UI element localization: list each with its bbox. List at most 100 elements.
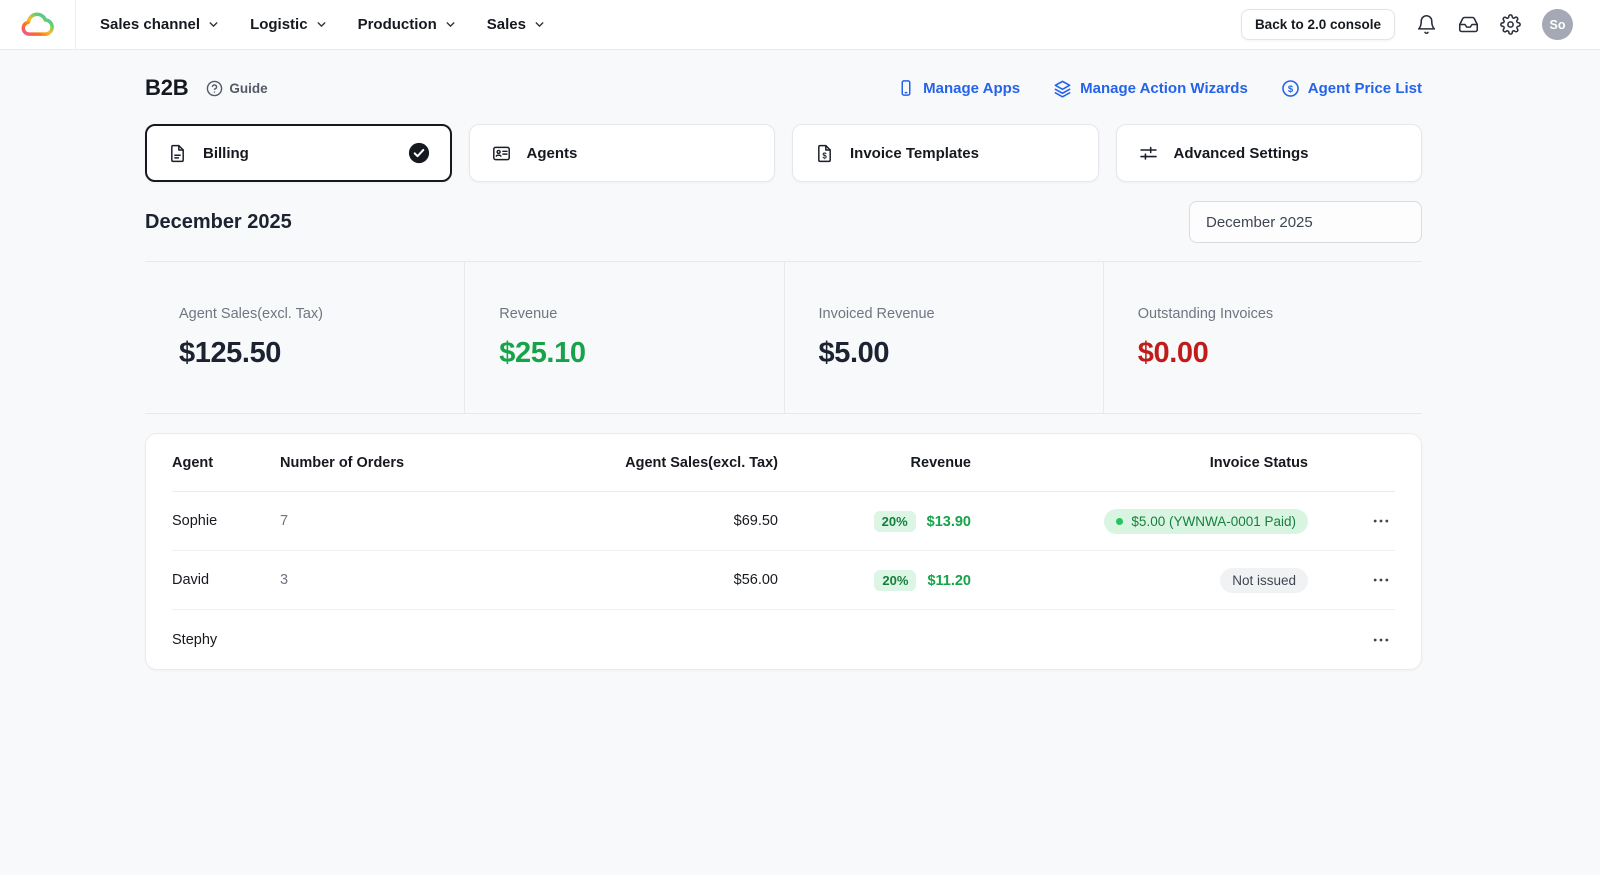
nav-item-label: Sales channel bbox=[100, 16, 200, 33]
tab-label: Agents bbox=[527, 145, 578, 162]
table-header-row: Agent Number of Orders Agent Sales(excl.… bbox=[172, 434, 1395, 492]
row-actions-button[interactable] bbox=[1365, 626, 1397, 654]
question-circle-icon bbox=[206, 80, 223, 97]
row-actions-button[interactable] bbox=[1365, 566, 1397, 594]
revenue-percent-pill: 20% bbox=[874, 570, 916, 591]
nav-item-label: Logistic bbox=[250, 16, 308, 33]
col-header-status: Invoice Status bbox=[971, 455, 1308, 471]
tab-invoice-templates[interactable]: $ Invoice Templates bbox=[792, 124, 1099, 182]
stat-agent-sales: Agent Sales(excl. Tax) $125.50 bbox=[145, 262, 464, 413]
agent-name: Sophie bbox=[172, 513, 280, 529]
stat-label: Agent Sales(excl. Tax) bbox=[179, 306, 464, 322]
stats-band: Agent Sales(excl. Tax) $125.50 Revenue $… bbox=[145, 261, 1422, 414]
invoice-status-cell: Not issued bbox=[971, 568, 1308, 593]
check-circle-icon bbox=[408, 142, 430, 164]
actions-cell bbox=[1308, 507, 1397, 535]
revenue-percent-pill: 20% bbox=[874, 511, 916, 532]
table-row-sophie: Sophie 7 $69.50 20% $13.90 $5.00 (YWNWA-0… bbox=[172, 492, 1395, 551]
stat-label: Outstanding Invoices bbox=[1138, 306, 1422, 322]
stat-revenue: Revenue $25.10 bbox=[464, 262, 783, 413]
stat-invoiced-revenue: Invoiced Revenue $5.00 bbox=[784, 262, 1103, 413]
stat-outstanding-invoices: Outstanding Invoices $0.00 bbox=[1103, 262, 1422, 413]
tab-billing[interactable]: Billing bbox=[145, 124, 452, 182]
actions-cell bbox=[1308, 566, 1397, 594]
id-card-icon bbox=[491, 143, 512, 164]
chevron-down-icon bbox=[315, 18, 328, 31]
chevron-down-icon bbox=[207, 18, 220, 31]
row-actions-button[interactable] bbox=[1365, 507, 1397, 535]
agent-price-list-label: Agent Price List bbox=[1308, 80, 1422, 97]
back-to-console-button[interactable]: Back to 2.0 console bbox=[1241, 9, 1395, 40]
app-logo[interactable] bbox=[0, 0, 76, 50]
period-heading: December 2025 bbox=[145, 211, 292, 234]
notifications-button[interactable] bbox=[1416, 14, 1437, 35]
gear-icon bbox=[1500, 14, 1521, 35]
stat-value: $125.50 bbox=[179, 337, 464, 370]
revenue-cell: 20% $13.90 bbox=[778, 511, 971, 532]
nav-item-production[interactable]: Production bbox=[358, 16, 457, 33]
document-icon bbox=[167, 143, 188, 164]
settings-button[interactable] bbox=[1500, 14, 1521, 35]
svg-text:$: $ bbox=[1288, 83, 1294, 94]
guide-link[interactable]: Guide bbox=[206, 80, 267, 97]
tab-label: Invoice Templates bbox=[850, 145, 979, 162]
manage-action-wizards-label: Manage Action Wizards bbox=[1080, 80, 1248, 97]
section-tabs: Billing Agents $ Invoice Templates Advan… bbox=[145, 124, 1422, 182]
avatar[interactable]: So bbox=[1542, 9, 1573, 40]
agent-name: Stephy bbox=[172, 632, 280, 648]
agent-price-list-link[interactable]: $ Agent Price List bbox=[1281, 79, 1422, 98]
table-row-david: David 3 $56.00 20% $11.20 Not issued bbox=[172, 551, 1395, 610]
header-links: Manage Apps Manage Action Wizards $ Agen… bbox=[897, 79, 1422, 98]
revenue-value: $13.90 bbox=[927, 514, 971, 530]
actions-cell bbox=[1308, 626, 1397, 654]
topbar-right: Back to 2.0 console So bbox=[1241, 9, 1600, 40]
revenue-cell: 20% $11.20 bbox=[778, 570, 971, 591]
layers-icon bbox=[1053, 79, 1072, 98]
agent-sales-value: $69.50 bbox=[578, 513, 778, 529]
period-row: December 2025 December 2025 bbox=[145, 201, 1422, 243]
sliders-icon bbox=[1138, 143, 1159, 164]
main-nav: Sales channel Logistic Production Sales bbox=[100, 16, 546, 33]
agent-name: David bbox=[172, 572, 280, 588]
nav-item-sales[interactable]: Sales bbox=[487, 16, 546, 33]
chevron-down-icon bbox=[444, 18, 457, 31]
stat-label: Revenue bbox=[499, 306, 783, 322]
status-text: Not issued bbox=[1232, 573, 1296, 588]
nav-item-logistic[interactable]: Logistic bbox=[250, 16, 328, 33]
inbox-button[interactable] bbox=[1458, 14, 1479, 35]
topbar: Sales channel Logistic Production Sales … bbox=[0, 0, 1600, 50]
stat-value: $5.00 bbox=[819, 337, 1103, 370]
table-row-stephy: Stephy bbox=[172, 610, 1395, 669]
manage-action-wizards-link[interactable]: Manage Action Wizards bbox=[1053, 79, 1248, 98]
stat-label: Invoiced Revenue bbox=[819, 306, 1103, 322]
status-text: $5.00 (YWNWA-0001 Paid) bbox=[1131, 514, 1296, 529]
mobile-icon bbox=[897, 79, 915, 97]
nav-item-label: Sales bbox=[487, 16, 526, 33]
invoice-icon: $ bbox=[814, 143, 835, 164]
col-header-agent: Agent bbox=[172, 455, 280, 471]
tab-agents[interactable]: Agents bbox=[469, 124, 776, 182]
bell-icon bbox=[1416, 14, 1437, 35]
nav-item-label: Production bbox=[358, 16, 437, 33]
stat-value: $0.00 bbox=[1138, 337, 1422, 370]
revenue-value: $11.20 bbox=[927, 573, 971, 589]
tab-advanced-settings[interactable]: Advanced Settings bbox=[1116, 124, 1423, 182]
invoice-status-cell: $5.00 (YWNWA-0001 Paid) bbox=[971, 509, 1308, 534]
tab-label: Billing bbox=[203, 145, 249, 162]
status-badge-paid: $5.00 (YWNWA-0001 Paid) bbox=[1104, 509, 1308, 534]
orders-count: 7 bbox=[280, 513, 578, 529]
manage-apps-label: Manage Apps bbox=[923, 80, 1020, 97]
nav-item-sales-channel[interactable]: Sales channel bbox=[100, 16, 220, 33]
status-badge-not-issued: Not issued bbox=[1220, 568, 1308, 593]
dollar-circle-icon: $ bbox=[1281, 79, 1300, 98]
orders-count: 3 bbox=[280, 572, 578, 588]
period-selector[interactable]: December 2025 bbox=[1189, 201, 1422, 243]
tab-label: Advanced Settings bbox=[1174, 145, 1309, 162]
col-header-sales: Agent Sales(excl. Tax) bbox=[578, 455, 778, 471]
main-content: B2B Guide Manage Apps Manage Action Wiza… bbox=[145, 73, 1422, 670]
col-header-revenue: Revenue bbox=[778, 455, 971, 471]
agent-sales-value: $56.00 bbox=[578, 572, 778, 588]
page-header: B2B Guide Manage Apps Manage Action Wiza… bbox=[145, 73, 1422, 103]
svg-text:$: $ bbox=[822, 151, 827, 160]
manage-apps-link[interactable]: Manage Apps bbox=[897, 79, 1020, 97]
